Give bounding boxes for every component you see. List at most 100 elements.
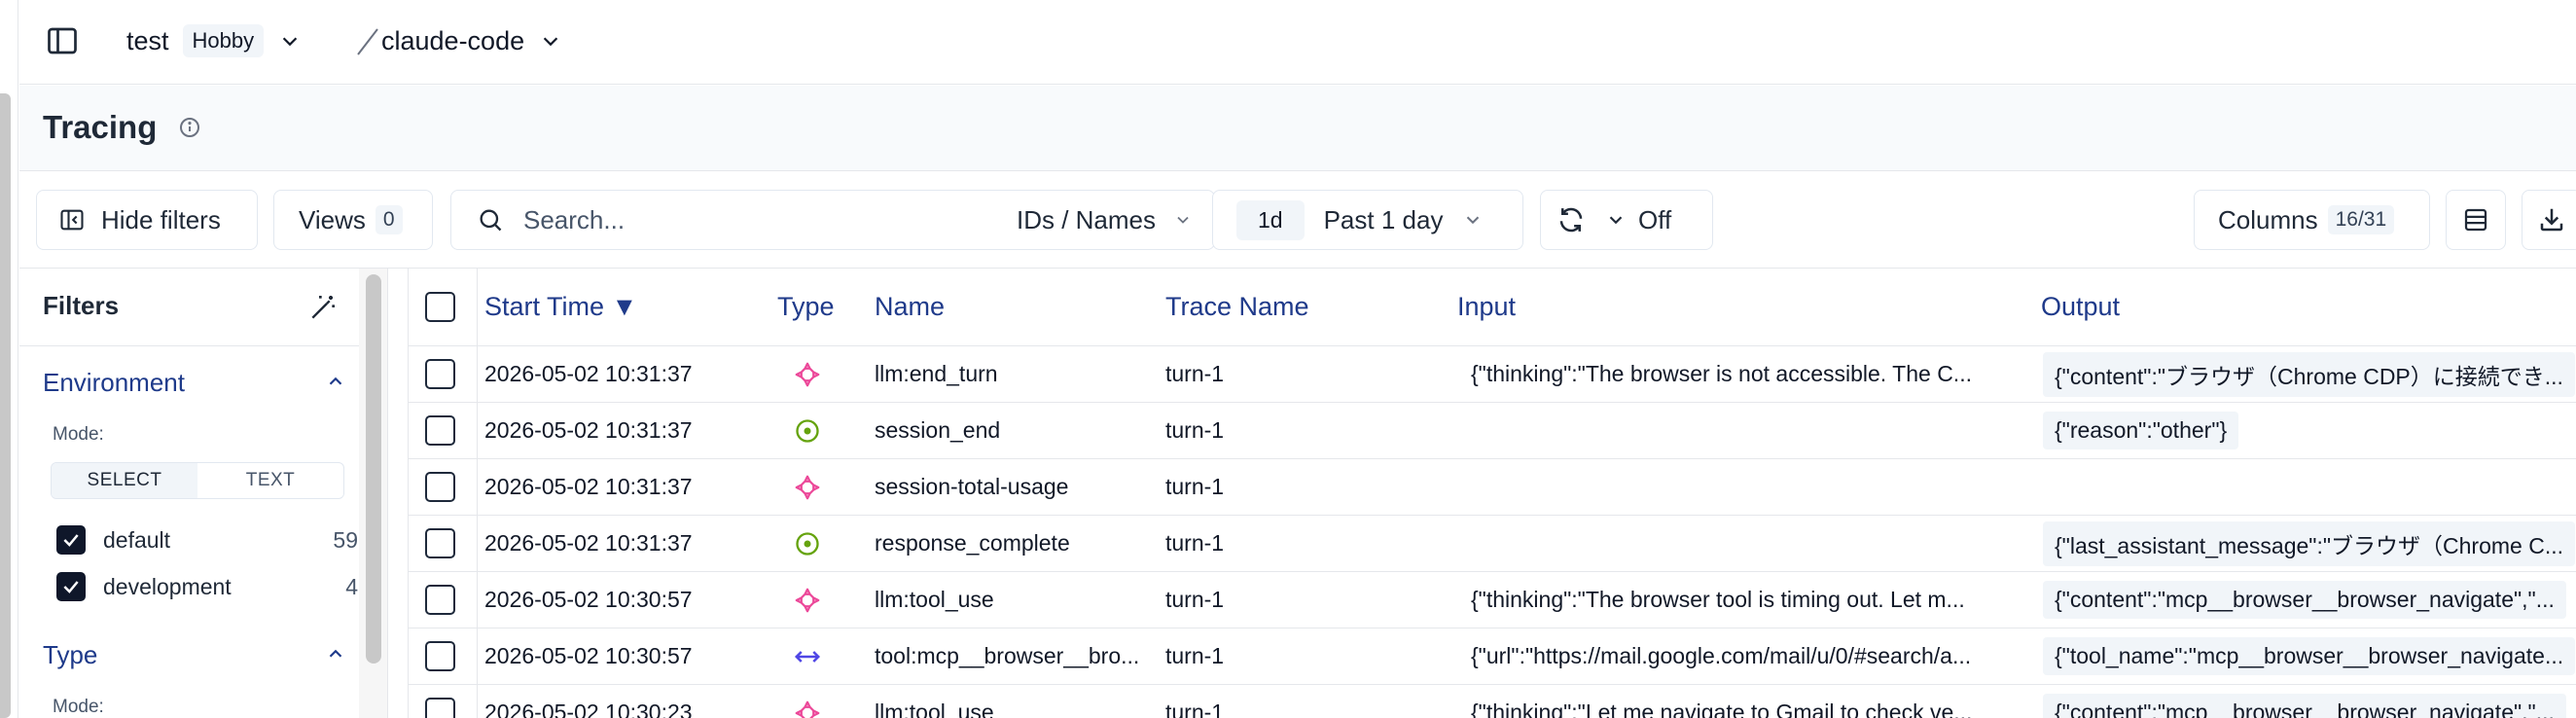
generation-type-icon bbox=[783, 346, 832, 402]
top-bar: test Hobby claude-code bbox=[19, 0, 2576, 85]
name-cell[interactable]: llm:end_turn bbox=[875, 346, 1152, 402]
name-text: tool:mcp__browser__bro... bbox=[875, 643, 1140, 668]
name-text: llm:tool_use bbox=[875, 700, 994, 718]
filter-option-development[interactable]: development 4 bbox=[56, 569, 358, 604]
rail-scrollbar[interactable] bbox=[0, 93, 11, 718]
col-name[interactable]: Name bbox=[875, 292, 945, 322]
views-button[interactable]: Views 0 bbox=[273, 190, 433, 250]
environment-mode-toggle: SELECT TEXT bbox=[51, 462, 344, 499]
row-checkbox[interactable] bbox=[425, 698, 455, 718]
trace-name-cell: turn-1 bbox=[1165, 700, 1225, 718]
filter-option-count: 4 bbox=[345, 573, 358, 599]
input-cell[interactable]: {"url":"https://mail.google.com/mail/u/0… bbox=[1451, 628, 2035, 684]
output-text: {"content":"mcp__browser__browser_naviga… bbox=[2043, 694, 2566, 718]
input-cell[interactable]: {"thinking":"The browser is not accessib… bbox=[1451, 346, 2035, 402]
col-type[interactable]: Type bbox=[777, 292, 835, 322]
chevron-down-icon bbox=[1177, 216, 1189, 224]
output-cell[interactable] bbox=[2043, 459, 2576, 515]
checkbox-checked[interactable] bbox=[56, 572, 86, 601]
span-type-icon bbox=[783, 628, 832, 684]
refresh-icon bbox=[1559, 207, 1583, 233]
event-type-icon bbox=[783, 516, 832, 571]
output-cell[interactable]: {"reason":"other"} bbox=[2043, 403, 2576, 458]
input-cell[interactable]: {"thinking":"The browser tool is timing … bbox=[1451, 572, 2035, 628]
row-checkbox[interactable] bbox=[425, 641, 455, 671]
output-cell[interactable]: {"content":"mcp__browser__browser_naviga… bbox=[2043, 685, 2576, 718]
row-density-button[interactable] bbox=[2446, 190, 2506, 250]
output-cell[interactable]: {"last_assistant_message":"ブラウザ（Chrome C… bbox=[2043, 516, 2576, 571]
search-input[interactable] bbox=[523, 204, 942, 235]
generation-type-icon bbox=[783, 459, 832, 515]
output-cell[interactable]: {"tool_name":"mcp__browser__browser_navi… bbox=[2043, 628, 2576, 684]
table-row[interactable]: 2026-05-02 10:31:37 session_end turn-1 {"re… bbox=[409, 403, 2576, 459]
output-cell[interactable]: {"content":"ブラウザ（Chrome CDP）に接続でき... bbox=[2043, 346, 2576, 402]
hide-filters-button[interactable]: Hide filters bbox=[36, 190, 258, 250]
download-button[interactable] bbox=[2522, 190, 2576, 250]
plan-badge: Hobby bbox=[182, 24, 265, 57]
name-text: session_end bbox=[875, 417, 1001, 443]
name-cell[interactable]: tool:mcp__browser__bro... bbox=[875, 628, 1152, 684]
name-cell[interactable]: session-total-usage bbox=[875, 459, 1152, 515]
output-text: {"last_assistant_message":"ブラウザ（Chrome C… bbox=[2043, 521, 2576, 566]
filters-scrollbar[interactable] bbox=[366, 274, 381, 664]
input-cell[interactable] bbox=[1451, 403, 2035, 458]
columns-count-badge: 16/31 bbox=[2327, 205, 2395, 234]
name-cell[interactable]: session_end bbox=[875, 403, 1152, 458]
filter-option-default[interactable]: default 59 bbox=[56, 522, 358, 557]
chevron-up-icon[interactable] bbox=[325, 371, 346, 392]
name-cell[interactable]: llm:tool_use bbox=[875, 685, 1152, 718]
row-checkbox[interactable] bbox=[425, 472, 455, 502]
select-all-checkbox[interactable] bbox=[425, 292, 455, 322]
project-switcher[interactable]: test Hobby bbox=[126, 19, 301, 62]
trace-name-cell: turn-1 bbox=[1165, 474, 1225, 499]
table-row[interactable]: 2026-05-02 10:30:57 tool:mcp__browser__br… bbox=[409, 628, 2576, 685]
input-text: {"thinking":"The browser tool is timing … bbox=[1471, 587, 1965, 612]
type-filter-title[interactable]: Type bbox=[43, 640, 97, 670]
input-cell[interactable]: {"thinking":"Let me navigate to Gmail to… bbox=[1451, 685, 2035, 718]
environment-filter-title[interactable]: Environment bbox=[43, 368, 185, 398]
mode-text-option[interactable]: TEXT bbox=[197, 463, 343, 498]
column-divider bbox=[477, 516, 478, 571]
name-cell[interactable]: response_complete bbox=[875, 516, 1152, 571]
table-header: Start Time ▼ Type Name Trace Name Input … bbox=[409, 269, 2576, 346]
date-range-button[interactable]: 1d Past 1 day bbox=[1212, 190, 1523, 250]
column-divider bbox=[477, 269, 478, 345]
output-text: {"tool_name":"mcp__browser__browser_navi… bbox=[2043, 637, 2576, 675]
environment-mode-label: Mode: bbox=[53, 424, 104, 445]
repo-switcher[interactable]: claude-code bbox=[381, 19, 561, 62]
row-checkbox[interactable] bbox=[425, 359, 455, 389]
info-icon[interactable] bbox=[178, 116, 201, 139]
input-cell[interactable] bbox=[1451, 516, 2035, 571]
output-cell[interactable]: {"content":"mcp__browser__browser_naviga… bbox=[2043, 572, 2576, 628]
start-time-cell: 2026-05-02 10:31:37 bbox=[484, 474, 693, 499]
start-time-cell: 2026-05-02 10:31:37 bbox=[484, 417, 693, 443]
mode-select-option[interactable]: SELECT bbox=[52, 463, 197, 498]
row-checkbox[interactable] bbox=[425, 415, 455, 446]
table-row[interactable]: 2026-05-02 10:30:57 llm:tool_use turn-1 {"t… bbox=[409, 572, 2576, 628]
start-time-cell: 2026-05-02 10:30:57 bbox=[484, 587, 693, 612]
table-row[interactable]: 2026-05-02 10:31:37 session-total-usage tu… bbox=[409, 459, 2576, 516]
search-scope-select[interactable]: IDs / Names bbox=[1017, 191, 1193, 249]
col-input[interactable]: Input bbox=[1457, 292, 1516, 322]
checkbox-checked[interactable] bbox=[56, 525, 86, 555]
col-output[interactable]: Output bbox=[2041, 292, 2120, 322]
search-icon bbox=[480, 209, 502, 232]
col-start-time[interactable]: Start Time ▼ bbox=[484, 292, 637, 322]
input-cell[interactable] bbox=[1451, 459, 2035, 515]
columns-button[interactable]: Columns 16/31 bbox=[2194, 190, 2430, 250]
column-divider bbox=[477, 572, 478, 628]
table-row[interactable]: 2026-05-02 10:31:37 llm:end_turn turn-1 {"t… bbox=[409, 346, 2576, 403]
views-label: Views bbox=[299, 204, 366, 234]
row-checkbox[interactable] bbox=[425, 585, 455, 615]
name-cell[interactable]: llm:tool_use bbox=[875, 572, 1152, 628]
col-trace-name[interactable]: Trace Name bbox=[1165, 292, 1309, 322]
magic-wand-icon[interactable] bbox=[307, 292, 339, 323]
table-row[interactable]: 2026-05-02 10:31:37 response_complete turn… bbox=[409, 516, 2576, 572]
generation-type-icon bbox=[783, 685, 832, 718]
auto-refresh-button[interactable]: Off bbox=[1540, 190, 1713, 250]
table-row[interactable]: 2026-05-02 10:30:23 llm:tool_use turn-1 {"t… bbox=[409, 685, 2576, 718]
row-checkbox[interactable] bbox=[425, 528, 455, 558]
output-text: {"reason":"other"} bbox=[2043, 412, 2239, 449]
chevron-up-icon[interactable] bbox=[325, 643, 346, 664]
sidebar-toggle-button[interactable] bbox=[43, 21, 82, 60]
